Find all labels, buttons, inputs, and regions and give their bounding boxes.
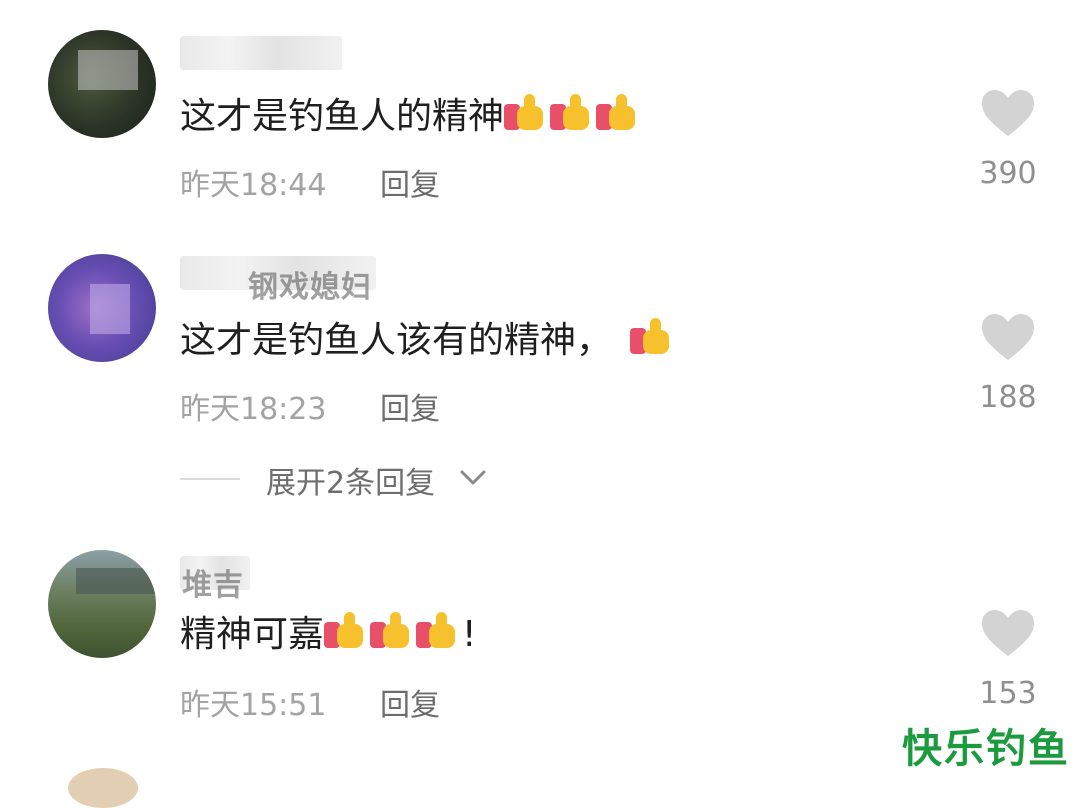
thumbs-up-icon (550, 94, 594, 134)
comment-text: 这才是钓鱼人该有的精神， (180, 318, 676, 363)
watermark: 快乐钓鱼 (902, 726, 1070, 772)
avatar[interactable] (68, 768, 138, 808)
like-count: 153 (979, 676, 1037, 711)
thumbs-up-icon (596, 94, 640, 134)
chevron-down-icon (460, 470, 486, 485)
username-fragment: 堆吉 (182, 568, 244, 603)
thumbs-up-icon (370, 612, 414, 652)
thumbs-up-icon (504, 94, 548, 134)
avatar[interactable] (48, 30, 156, 138)
thumbs-up-icon (416, 612, 460, 652)
comment-text-trailing: ! (462, 614, 477, 655)
comment-text-body: 这才是钓鱼人的精神 (180, 96, 505, 137)
avatar-mosaic (78, 50, 138, 90)
reply-button[interactable]: 回复 (380, 680, 440, 724)
reply-button[interactable]: 回复 (380, 384, 440, 428)
heart-icon[interactable] (980, 608, 1036, 658)
emoji-group (630, 318, 676, 361)
divider (180, 478, 240, 480)
avatar[interactable] (48, 550, 156, 658)
emoji-group (324, 612, 462, 655)
username-blurred[interactable] (180, 36, 342, 70)
avatar[interactable] (48, 254, 156, 362)
avatar-mosaic (90, 284, 130, 334)
heart-icon[interactable] (980, 88, 1036, 138)
reply-button[interactable]: 回复 (380, 160, 440, 204)
like-count: 188 (979, 380, 1037, 415)
expand-replies-label: 展开2条回复 (266, 466, 436, 501)
emoji-group (504, 94, 642, 137)
comment-text: 精神可嘉! (180, 612, 476, 657)
like-count: 390 (979, 156, 1037, 191)
thumbs-up-icon (630, 318, 674, 358)
comment-time: 昨天18:44 (180, 168, 327, 203)
comment-text-body: 精神可嘉 (180, 614, 325, 655)
heart-icon[interactable] (980, 312, 1036, 362)
comment-time: 昨天18:23 (180, 392, 327, 427)
thumbs-up-icon (324, 612, 368, 652)
comment-text-body: 这才是钓鱼人该有的精神， (180, 320, 613, 361)
comment-text: 这才是钓鱼人的精神 (180, 94, 642, 139)
avatar-mosaic (76, 568, 156, 594)
username-fragment: 钢戏媳妇 (248, 270, 372, 305)
comment-time: 昨天15:51 (180, 688, 327, 723)
